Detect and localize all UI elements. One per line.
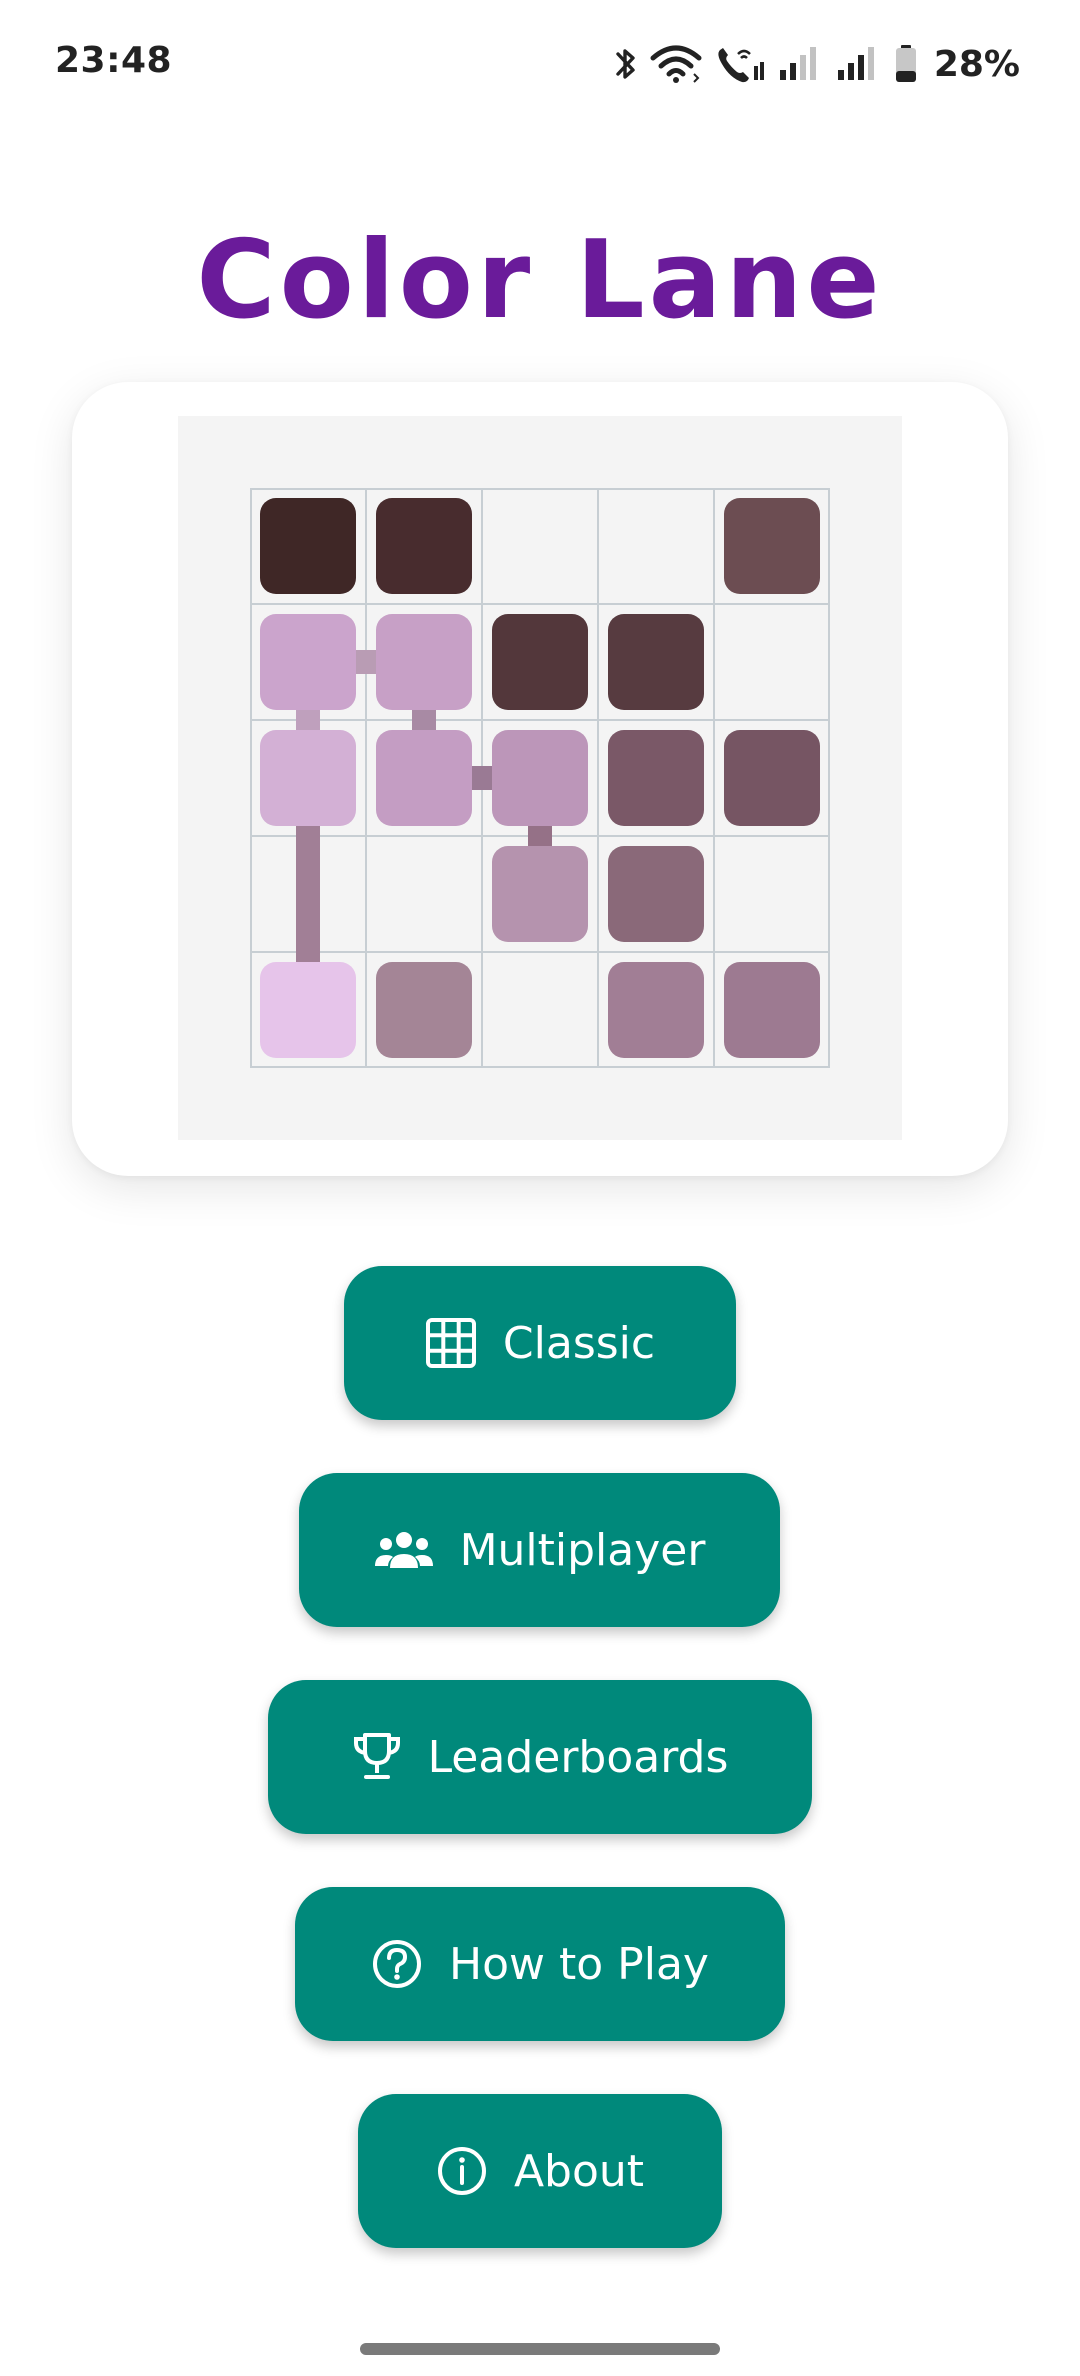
color-tile[interactable] (376, 614, 472, 710)
grid-icon (425, 1317, 477, 1369)
help-circle-icon (371, 1938, 423, 1990)
about-button[interactable]: About (358, 2094, 722, 2248)
status-icons: 28% (614, 36, 1020, 92)
leaderboards-button[interactable]: Leaderboards (268, 1680, 812, 1834)
battery-icon (894, 44, 918, 84)
signal-icon (836, 44, 882, 84)
board-grid (250, 488, 830, 1068)
home-indicator[interactable] (360, 2343, 720, 2355)
wifi-calling-icon (714, 44, 766, 84)
app-title: Color Lane (196, 218, 884, 343)
status-bar: 23:48 28% (0, 0, 1080, 130)
classic-button[interactable]: Classic (344, 1266, 736, 1420)
bluetooth-icon (614, 44, 638, 84)
status-time: 23:48 (55, 40, 173, 81)
board-area (178, 416, 902, 1140)
board-svg (250, 488, 830, 1068)
board-preview-card (72, 382, 1008, 1176)
color-tile[interactable] (260, 614, 356, 710)
signal-icon (778, 44, 824, 84)
color-tile[interactable] (376, 498, 472, 594)
color-tile[interactable] (608, 962, 704, 1058)
leaderboards-label: Leaderboards (427, 1731, 729, 1783)
classic-label: Classic (502, 1317, 656, 1369)
color-tile[interactable] (260, 498, 356, 594)
how-to-play-button[interactable]: How to Play (295, 1887, 785, 2041)
board-cell[interactable] (367, 837, 481, 951)
group-icon (374, 1528, 434, 1572)
color-tile[interactable] (608, 614, 704, 710)
color-tile[interactable] (260, 962, 356, 1058)
color-tile[interactable] (724, 962, 820, 1058)
color-tile[interactable] (376, 730, 472, 826)
color-tile[interactable] (376, 962, 472, 1058)
board-cell[interactable] (715, 837, 829, 951)
board-cell[interactable] (599, 489, 713, 603)
wifi-icon (650, 44, 702, 84)
color-tile[interactable] (260, 730, 356, 826)
color-tile[interactable] (724, 498, 820, 594)
multiplayer-button[interactable]: Multiplayer (299, 1473, 780, 1627)
board-cell[interactable] (715, 605, 829, 719)
board-cell[interactable] (483, 953, 597, 1067)
board-cell[interactable] (483, 489, 597, 603)
info-icon (436, 2145, 488, 2197)
color-tile[interactable] (608, 730, 704, 826)
trophy-icon (352, 1731, 402, 1783)
color-tile[interactable] (492, 614, 588, 710)
color-tile[interactable] (608, 846, 704, 942)
color-tile[interactable] (724, 730, 820, 826)
battery-percent: 28% (933, 43, 1020, 85)
board-cell[interactable] (251, 837, 365, 951)
color-tile[interactable] (492, 730, 588, 826)
how-to-play-label: How to Play (449, 1938, 709, 1990)
multiplayer-label: Multiplayer (459, 1524, 706, 1576)
color-tile[interactable] (492, 846, 588, 942)
about-label: About (513, 2145, 645, 2197)
